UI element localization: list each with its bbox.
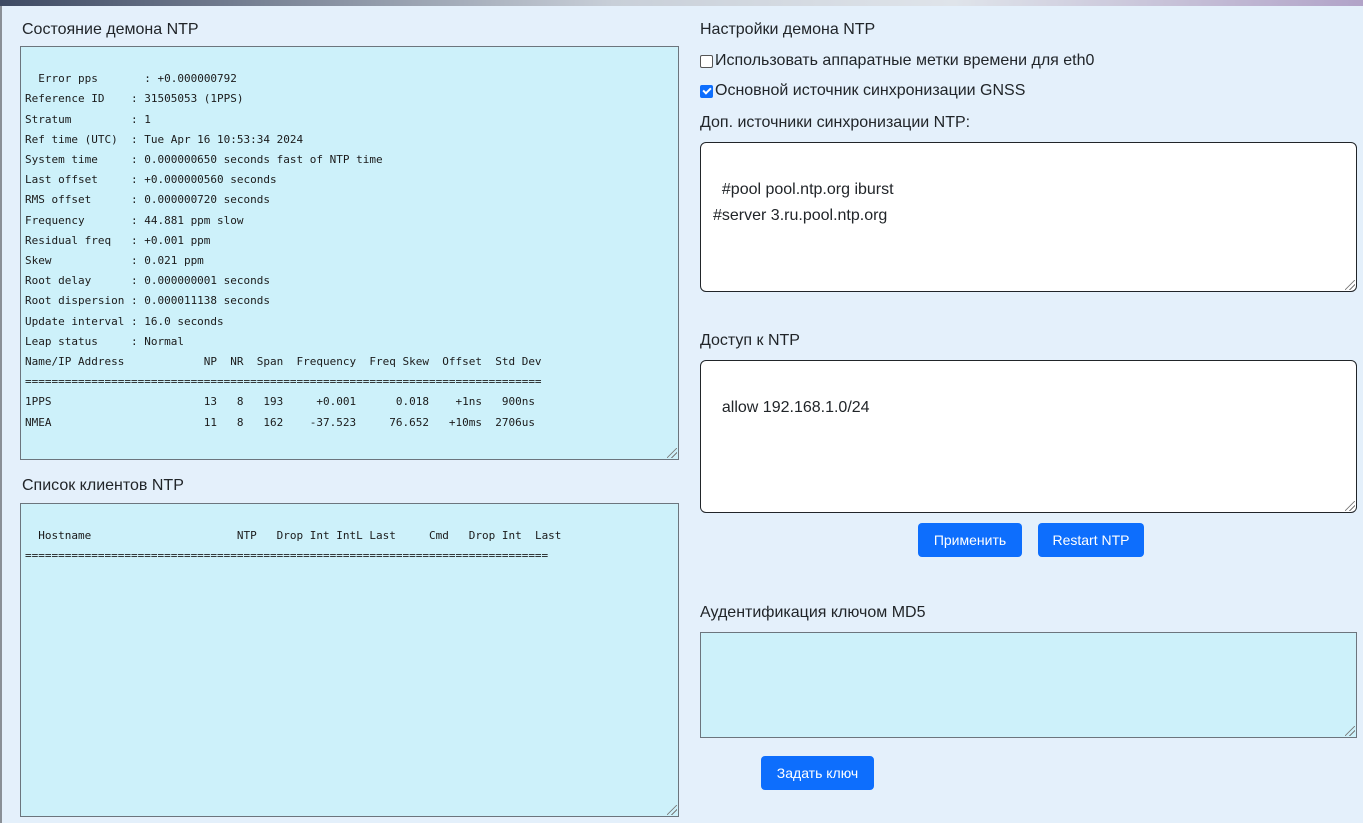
access-text: allow 192.168.1.0/24 — [721, 399, 870, 416]
resize-grip-icon[interactable] — [667, 805, 677, 815]
hw-timestamps-label: Использовать аппаратные метки времени дл… — [715, 52, 1095, 69]
extra-sources-label: Доп. источники синхронизации NTP: — [700, 114, 971, 131]
ntp-clients-log[interactable]: Hostname NTP Drop Int IntL Last Cmd Drop… — [20, 503, 679, 817]
ntp-clients-log-text: Hostname NTP Drop Int IntL Last Cmd Drop… — [25, 529, 562, 563]
apply-button[interactable]: Применить — [918, 523, 1022, 557]
resize-grip-icon[interactable] — [1345, 501, 1355, 511]
gnss-primary-checkbox[interactable] — [700, 84, 713, 98]
extra-sources-textarea[interactable]: #pool pool.ntp.org iburst #server 3.ru.p… — [700, 142, 1357, 292]
access-title: Доступ к NTP — [700, 332, 800, 349]
gnss-primary-label: Основной источник синхронизации GNSS — [715, 82, 1026, 99]
clients-panel-title: Список клиентов NTP — [22, 477, 184, 494]
ntp-status-log-text: Error pps : +0.000000792 Reference ID : … — [25, 72, 542, 429]
auth-title: Аудентификация ключом MD5 — [700, 604, 926, 621]
window-left-edge — [0, 6, 2, 823]
window-top-edge — [0, 0, 1363, 6]
restart-ntp-button[interactable]: Restart NTP — [1038, 523, 1144, 557]
resize-grip-icon[interactable] — [667, 448, 677, 458]
status-panel-title: Состояние демона NTP — [22, 21, 199, 38]
resize-grip-icon[interactable] — [1345, 280, 1355, 290]
hw-timestamps-option[interactable]: Использовать аппаратные метки времени дл… — [700, 51, 1094, 71]
hw-timestamps-checkbox[interactable] — [700, 54, 713, 68]
ntp-status-log[interactable]: Error pps : +0.000000792 Reference ID : … — [20, 46, 679, 460]
settings-title: Настройки демона NTP — [700, 21, 876, 38]
gnss-primary-option[interactable]: Основной источник синхронизации GNSS — [700, 81, 1025, 101]
set-key-button[interactable]: Задать ключ — [761, 756, 874, 790]
resize-grip-icon[interactable] — [1345, 726, 1355, 736]
md5-key-textarea[interactable] — [700, 632, 1357, 738]
extra-sources-text: #pool pool.ntp.org iburst #server 3.ru.p… — [713, 181, 894, 224]
access-textarea[interactable]: allow 192.168.1.0/24 — [700, 360, 1357, 513]
